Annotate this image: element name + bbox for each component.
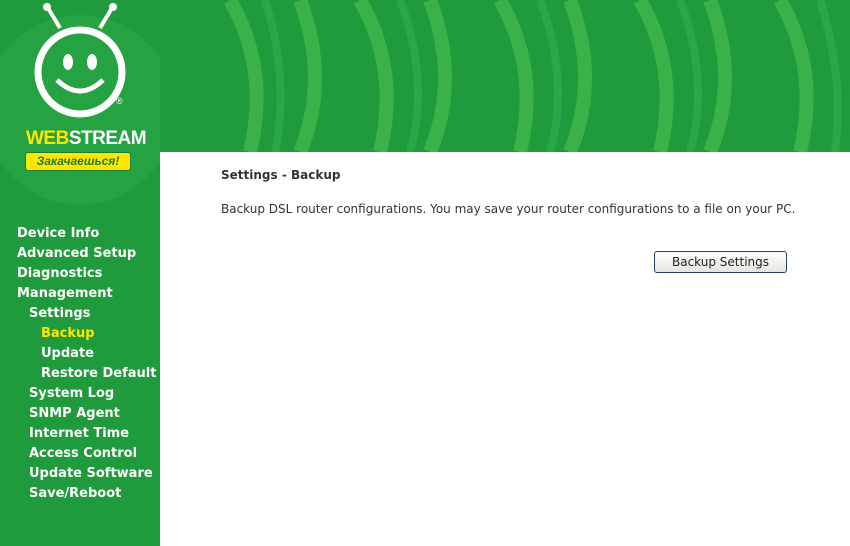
brand-slogan: Закачаешься! <box>26 153 130 170</box>
sidebar-item-restore-default[interactable]: Restore Default <box>0 364 156 384</box>
sidebar-item-management[interactable]: Management <box>0 284 156 304</box>
brand-name-part2: STREAM <box>68 128 147 149</box>
sidebar-item-backup[interactable]: Backup <box>0 324 156 344</box>
page-description: Backup DSL router configurations. You ma… <box>221 202 796 216</box>
sidebar-item-save-reboot[interactable]: Save/Reboot <box>0 484 156 504</box>
brand-name: WEBSTREAM <box>26 128 147 150</box>
sidebar-menu: Device Info Advanced Setup Diagnostics M… <box>0 224 156 504</box>
sidebar-item-internet-time[interactable]: Internet Time <box>0 424 156 444</box>
logo: ® WEBSTREAM Закачаешься! <box>0 0 160 210</box>
page-title: Settings - Backup <box>221 168 341 182</box>
sidebar-item-advanced-setup[interactable]: Advanced Setup <box>0 244 156 264</box>
sidebar-item-access-control[interactable]: Access Control <box>0 444 156 464</box>
sidebar-item-snmp-agent[interactable]: SNMP Agent <box>0 404 156 424</box>
sidebar-item-settings[interactable]: Settings <box>0 304 156 324</box>
sidebar: ® WEBSTREAM Закачаешься! Device Info Adv… <box>0 0 160 546</box>
registered-mark: ® <box>116 96 123 106</box>
main-content: Settings - Backup Backup DSL router conf… <box>160 152 850 546</box>
brand-name-part1: WEB <box>26 128 69 149</box>
backup-settings-button[interactable]: Backup Settings <box>654 251 787 273</box>
sidebar-item-update-software[interactable]: Update Software <box>0 464 156 484</box>
sidebar-item-device-info[interactable]: Device Info <box>0 224 156 244</box>
smiley-tv-icon <box>0 3 160 205</box>
sidebar-item-update[interactable]: Update <box>0 344 156 364</box>
sidebar-item-diagnostics[interactable]: Diagnostics <box>0 264 156 284</box>
sidebar-item-system-log[interactable]: System Log <box>0 384 156 404</box>
